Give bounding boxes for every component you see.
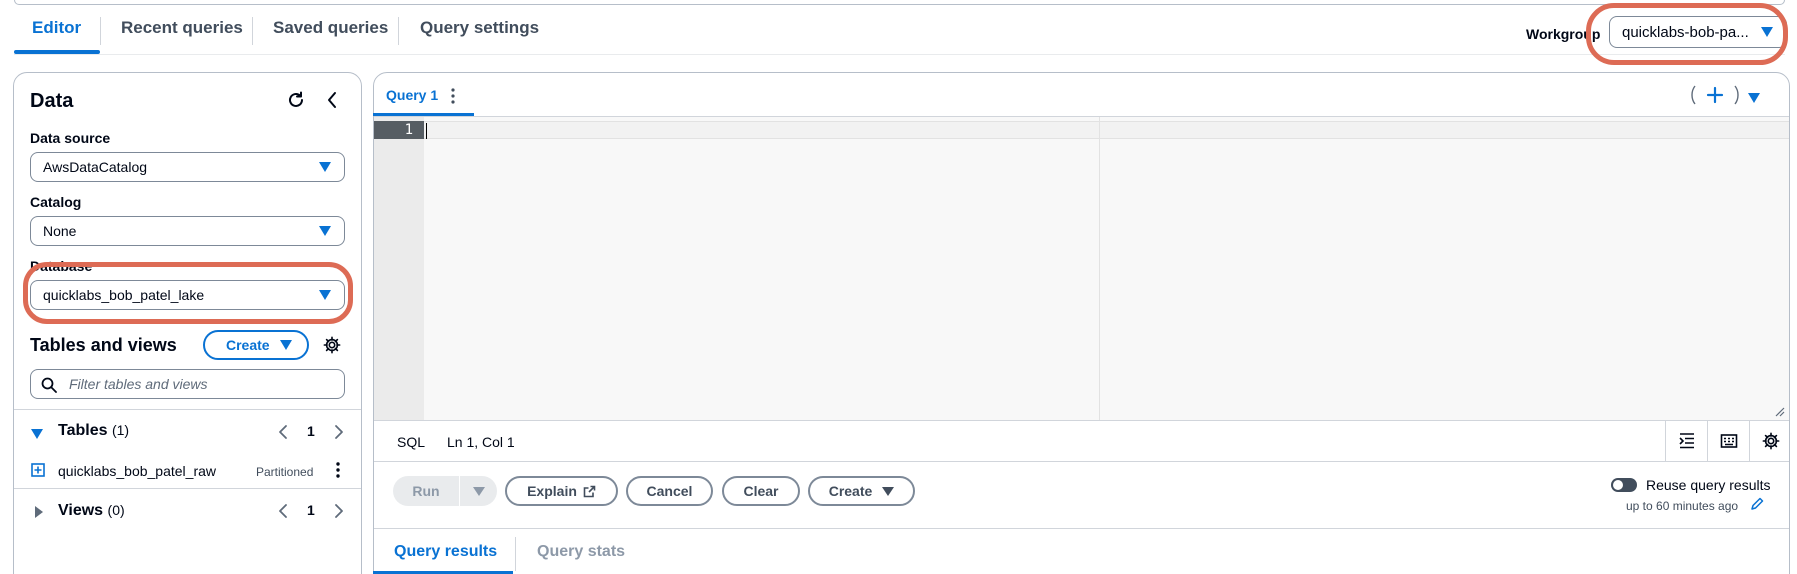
- create-label: Create: [828, 483, 873, 499]
- line-gutter: [374, 117, 424, 420]
- editor-status-bar: [374, 420, 1789, 462]
- keyboard-shortcuts-icon[interactable]: [1720, 432, 1738, 455]
- search-icon: [41, 377, 57, 398]
- tables-count: (1): [111, 422, 130, 438]
- reuse-results-label: Reuse query results: [1646, 477, 1771, 493]
- tables-section-title[interactable]: Tables (1): [58, 422, 129, 440]
- reuse-results-duration: up to 60 minutes ago: [1626, 499, 1739, 513]
- divider: [14, 409, 361, 410]
- data-panel-title: Data: [30, 90, 74, 112]
- catalog-value: None: [43, 223, 77, 239]
- highlight-circle-database: [23, 262, 353, 324]
- run-label: Run: [412, 483, 440, 499]
- tab-editor[interactable]: Editor: [32, 18, 81, 38]
- caret-down-icon: [319, 226, 331, 236]
- chevron-left-icon[interactable]: [278, 424, 288, 445]
- print-margin: [1099, 117, 1100, 420]
- create-table-button[interactable]: Create: [203, 330, 309, 360]
- explain-label: Explain: [527, 483, 577, 499]
- tables-label: Tables: [58, 422, 108, 439]
- add-query-tab-icon[interactable]: [1689, 84, 1745, 111]
- cancel-button[interactable]: Cancel: [626, 476, 713, 506]
- tab-query-stats[interactable]: Query stats: [537, 543, 625, 561]
- explain-button[interactable]: Explain: [505, 476, 618, 506]
- tab-saved-queries[interactable]: Saved queries: [273, 18, 388, 38]
- tab-query-1[interactable]: Query 1: [386, 87, 438, 103]
- format-query-icon[interactable]: [1678, 432, 1696, 455]
- reuse-results-toggle[interactable]: [1611, 478, 1637, 492]
- tab-options-icon[interactable]: [451, 88, 455, 109]
- divider: [1707, 421, 1708, 461]
- tab-recent-queries[interactable]: Recent queries: [121, 18, 243, 38]
- edit-pencil-icon[interactable]: [1750, 497, 1764, 516]
- catalog-label: Catalog: [30, 194, 82, 210]
- create-query-button[interactable]: Create: [808, 476, 915, 506]
- refresh-icon[interactable]: [284, 88, 308, 112]
- highlight-circle-workgroup: [1586, 3, 1788, 65]
- cursor-position: Ln 1, Col 1: [447, 434, 515, 450]
- run-options-dropdown[interactable]: [460, 486, 497, 496]
- collapsed-caret-icon[interactable]: [35, 505, 43, 523]
- caret-down-icon: [279, 340, 292, 350]
- table-item-name[interactable]: quicklabs_bob_patel_raw: [58, 463, 216, 479]
- expand-table-icon[interactable]: [31, 463, 45, 482]
- filter-tables-input[interactable]: Filter tables and views: [30, 369, 345, 399]
- run-button[interactable]: Run: [393, 476, 497, 506]
- tabs-divider: [14, 54, 1785, 55]
- sql-editor[interactable]: [374, 117, 1789, 420]
- language-indicator: SQL: [397, 434, 426, 450]
- data-source-label: Data source: [30, 130, 111, 146]
- divider: [1749, 421, 1750, 461]
- views-page-number[interactable]: 1: [307, 502, 315, 518]
- divider: [1665, 421, 1666, 461]
- caret-down-icon: [472, 486, 485, 496]
- views-section-title[interactable]: Views (0): [58, 502, 125, 520]
- tab-separator: [252, 17, 253, 45]
- tab-separator: [515, 537, 516, 571]
- catalog-select[interactable]: None: [30, 216, 345, 246]
- tables-page-number[interactable]: 1: [307, 423, 315, 439]
- gear-icon[interactable]: [320, 333, 344, 357]
- filter-placeholder: Filter tables and views: [69, 376, 208, 392]
- tab-separator: [398, 17, 399, 45]
- tab-query-settings[interactable]: Query settings: [420, 18, 539, 38]
- top-container-edge: [0, 0, 1797, 6]
- data-source-select[interactable]: AwsDataCatalog: [30, 152, 345, 182]
- expanded-caret-icon[interactable]: [31, 426, 43, 444]
- tabs-menu-icon[interactable]: [1748, 90, 1760, 108]
- views-count: (0): [107, 502, 125, 518]
- partitioned-badge: Partitioned: [256, 465, 314, 479]
- chevron-right-icon[interactable]: [334, 424, 344, 445]
- views-label: Views: [58, 502, 104, 519]
- more-actions-icon[interactable]: [336, 462, 340, 483]
- caret-down-icon: [319, 162, 331, 172]
- tab-query-results[interactable]: Query results: [394, 543, 497, 561]
- line-number: 1: [374, 121, 424, 139]
- data-source-value: AwsDataCatalog: [43, 159, 148, 175]
- clear-button[interactable]: Clear: [722, 476, 800, 506]
- collapse-panel-icon[interactable]: [320, 88, 344, 112]
- results-divider: [374, 528, 1789, 529]
- tab-separator: [100, 17, 101, 45]
- divider: [14, 488, 361, 489]
- active-line-highlight: [424, 121, 1789, 139]
- text-cursor: [426, 123, 427, 139]
- tables-and-views-title: Tables and views: [30, 335, 177, 355]
- chevron-right-icon[interactable]: [334, 503, 344, 524]
- caret-down-icon: [882, 486, 895, 496]
- chevron-left-icon[interactable]: [278, 503, 288, 524]
- create-label: Create: [226, 337, 270, 353]
- external-link-icon: [583, 485, 596, 497]
- editor-settings-gear-icon[interactable]: [1762, 432, 1780, 455]
